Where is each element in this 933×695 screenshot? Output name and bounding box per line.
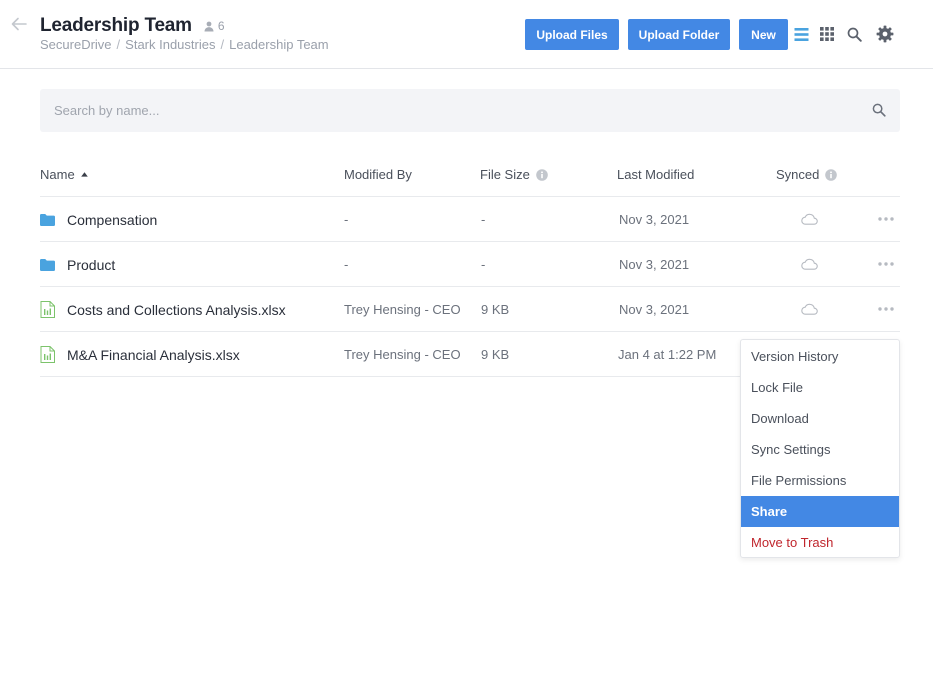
upload-files-button[interactable]: Upload Files — [525, 19, 619, 50]
page-header: Leadership Team 6 SecureDrive / Stark In… — [0, 0, 933, 69]
menu-item-move-to-trash[interactable]: Move to Trash — [741, 527, 899, 558]
last-modified-value: Nov 3, 2021 — [619, 302, 690, 317]
spreadsheet-icon — [40, 346, 55, 363]
upload-folder-button[interactable]: Upload Folder — [628, 19, 730, 50]
file-name: Costs and Collections Analysis.xlsx — [67, 301, 286, 318]
folder-icon — [40, 213, 55, 226]
column-header-label: Modified By — [344, 167, 412, 182]
file-context-menu: Version History Lock File Download Sync … — [740, 339, 900, 558]
search-icon[interactable] — [844, 24, 864, 44]
cloud-icon — [801, 302, 818, 320]
modified-by-value: Trey Hensing - CEO — [344, 347, 461, 362]
menu-item-sync-settings[interactable]: Sync Settings — [741, 434, 899, 465]
column-header-label: File Size — [480, 167, 530, 182]
file-name: Compensation — [67, 211, 158, 228]
breadcrumb-separator: / — [220, 37, 225, 52]
file-size-value: - — [481, 212, 486, 227]
title-row: Leadership Team 6 — [40, 15, 225, 37]
search-bar — [40, 89, 900, 132]
file-size-value: 9 KB — [481, 347, 510, 362]
info-icon[interactable] — [825, 168, 838, 181]
back-arrow-icon[interactable] — [9, 14, 29, 34]
list-view-icon[interactable] — [791, 24, 811, 44]
file-name-cell[interactable]: Costs and Collections Analysis.xlsx — [40, 287, 286, 332]
column-header-file-size[interactable]: File Size — [480, 167, 548, 182]
last-modified-value: Jan 4 at 1:22 PM — [618, 347, 717, 362]
column-header-label: Name — [40, 167, 75, 182]
new-button[interactable]: New — [739, 19, 788, 50]
menu-item-download[interactable]: Download — [741, 403, 899, 434]
file-size-value: - — [481, 257, 486, 272]
modified-by-value: - — [344, 212, 349, 227]
file-name-cell[interactable]: Compensation — [40, 197, 157, 242]
column-header-label: Last Modified — [617, 167, 695, 182]
breadcrumb-item-leadership-team: Leadership Team — [229, 37, 329, 52]
cloud-icon — [801, 257, 818, 275]
member-count-value: 6 — [217, 19, 225, 33]
last-modified-value: Nov 3, 2021 — [619, 212, 690, 227]
table-row[interactable]: Product - - Nov 3, 2021 — [40, 242, 900, 287]
modified-by-value: Trey Hensing - CEO — [344, 302, 461, 317]
page-title: Leadership Team — [40, 15, 192, 36]
file-size-value: 9 KB — [481, 302, 510, 317]
table-row[interactable]: Compensation - - Nov 3, 2021 — [40, 197, 900, 242]
grid-view-icon[interactable] — [817, 24, 837, 44]
table-row[interactable]: Costs and Collections Analysis.xlsx Trey… — [40, 287, 900, 332]
column-header-synced[interactable]: Synced — [776, 167, 838, 182]
sort-ascending-icon — [80, 172, 88, 177]
more-options-icon[interactable] — [878, 212, 894, 226]
breadcrumb-item-stark-industries[interactable]: Stark Industries — [125, 37, 215, 52]
table-header: Name Modified By File Size Last Modified… — [40, 152, 900, 197]
search-input[interactable] — [40, 89, 860, 132]
info-icon[interactable] — [536, 168, 548, 181]
last-modified-value: Nov 3, 2021 — [619, 257, 690, 272]
column-header-label: Synced — [776, 167, 820, 182]
cloud-icon — [801, 212, 818, 230]
modified-by-value: - — [344, 257, 349, 272]
more-options-icon[interactable] — [878, 257, 894, 271]
file-name: Product — [67, 256, 116, 273]
search-input-icon[interactable] — [872, 103, 886, 122]
file-name-cell[interactable]: M&A Financial Analysis.xlsx — [40, 332, 240, 377]
menu-item-version-history[interactable]: Version History — [741, 341, 899, 372]
member-count[interactable]: 6 — [204, 19, 225, 33]
file-name: M&A Financial Analysis.xlsx — [67, 346, 240, 363]
spreadsheet-icon — [40, 301, 55, 318]
menu-item-lock-file[interactable]: Lock File — [741, 372, 899, 403]
menu-item-share[interactable]: Share — [741, 496, 899, 527]
column-header-modified-by[interactable]: Modified By — [344, 167, 412, 182]
folder-icon — [40, 258, 55, 271]
file-name-cell[interactable]: Product — [40, 242, 115, 287]
breadcrumb-separator: / — [116, 37, 121, 52]
column-header-name[interactable]: Name — [40, 167, 88, 182]
breadcrumb-item-securedrive[interactable]: SecureDrive — [40, 37, 112, 52]
gear-icon[interactable] — [875, 24, 895, 44]
menu-item-file-permissions[interactable]: File Permissions — [741, 465, 899, 496]
more-options-icon[interactable] — [878, 302, 894, 316]
breadcrumb: SecureDrive / Stark Industries / Leaders… — [40, 37, 329, 52]
person-icon — [204, 21, 214, 31]
column-header-last-modified[interactable]: Last Modified — [617, 167, 694, 182]
